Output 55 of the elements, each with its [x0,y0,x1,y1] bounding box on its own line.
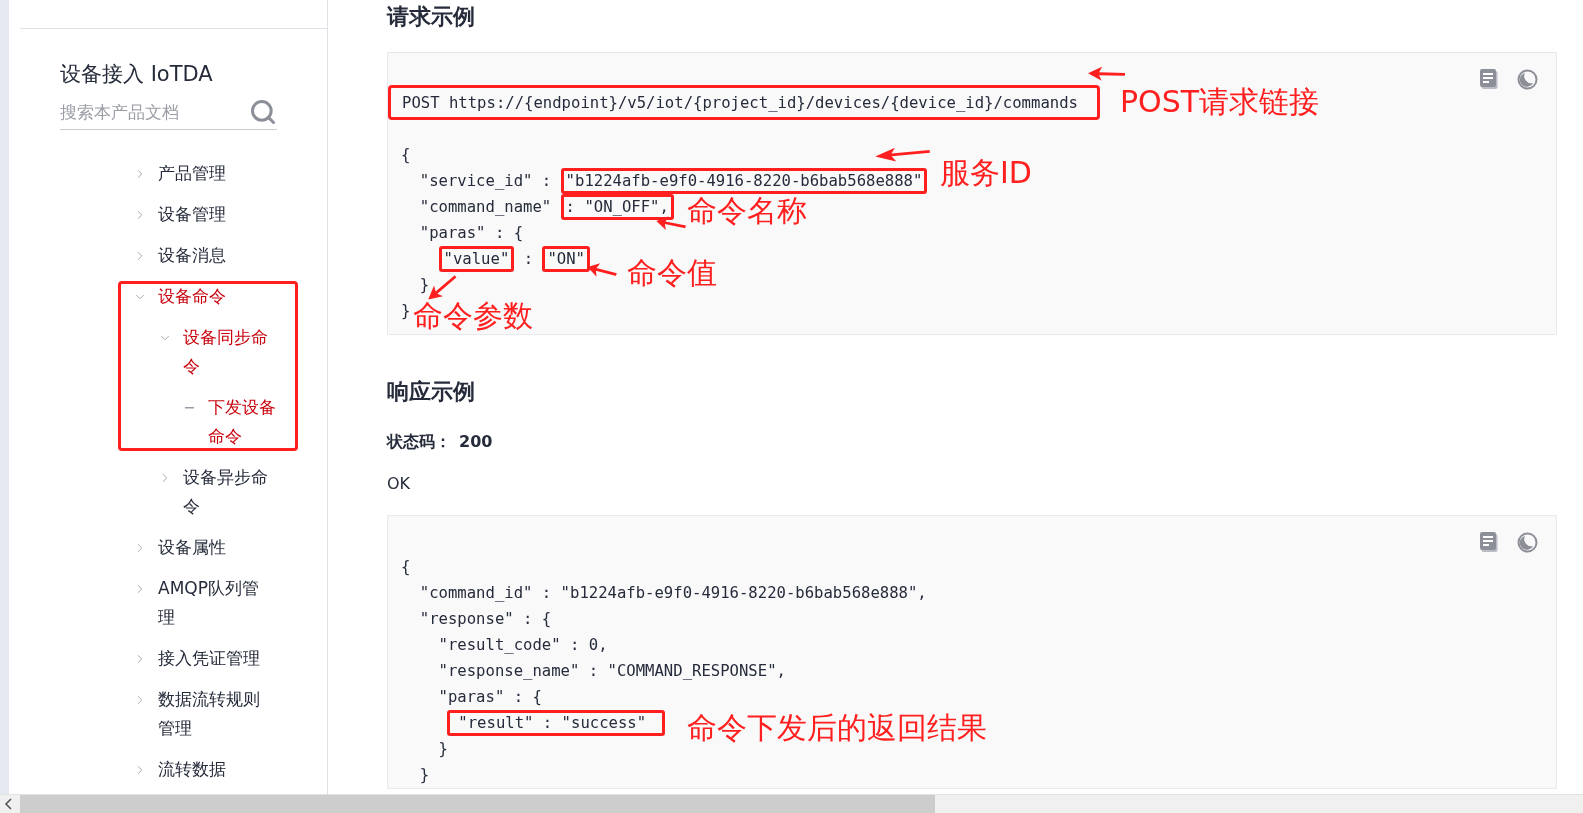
code-text: } [401,302,411,320]
code-text: "command_id" : "b1224afb-e9f0-4916-8220-b6bab568e888", [418,584,927,602]
scrollbar-thumb[interactable] [20,795,935,813]
request-url: POST https://{endpoint}/v5/iot/{project_id}/devices/{device_id}/commands [388,85,1100,120]
highlighted-code: "result" : "success" [447,710,666,736]
annotation-label: 命令名称 [687,193,807,229]
moon-icon[interactable] [1517,532,1538,553]
highlighted-code: "b1224afb-e9f0-4916-8220-b6bab568e888" [560,168,928,194]
annotation-label: 命令值 [627,255,717,291]
nav-item[interactable]: 设备异步命令 [183,463,273,521]
annotation-label: 命令参数 [413,298,533,334]
section-heading: 请求示例 [387,3,475,31]
nav-item[interactable]: 设备同步命令 [183,323,273,381]
nav-item[interactable]: 产品管理 [158,159,270,188]
code-text: } [437,740,448,758]
search-icon[interactable] [249,98,277,126]
nav-item[interactable]: AMQP队列管理 [158,574,270,632]
nav-item[interactable]: 设备管理 [158,200,270,229]
code-text: "paras" : { [437,688,542,706]
section-heading: 响应示例 [387,378,475,406]
code-text: : [522,250,535,268]
code-text: } [418,766,430,784]
code-text: "result_code" : 0, [437,636,608,654]
annotation-label: POST请求链接 [1120,84,1320,120]
nav-item[interactable]: 设备命令 [158,282,270,311]
nav-item[interactable]: 流转数据 [158,755,270,784]
code-text: "response" : { [418,610,552,628]
annotation-arrow [1087,66,1126,82]
code-text: "command_name" [418,198,553,216]
highlighted-code: "ON" [542,246,590,272]
code-text: "paras" : { [418,224,524,242]
nav-item[interactable]: 下发设备命令 [208,393,280,451]
code-text: { [401,558,411,576]
annotation-label: 命令下发后的返回结果 [687,710,987,746]
product-title: 设备接入 IoTDA [60,61,214,88]
status-label: 状态码： [387,431,451,453]
code-text: { [401,146,411,164]
status-text: OK [387,473,411,495]
moon-icon[interactable] [1517,69,1538,90]
document-icon[interactable] [1480,532,1499,553]
code-text: } [418,276,430,294]
status-code: 200 [459,431,493,453]
code-text: "service_id" : [418,172,553,190]
nav-item[interactable]: 接入凭证管理 [158,644,270,673]
highlighted-code: : "ON_OFF", [560,194,674,220]
dash-icon [185,406,194,409]
nav-item[interactable]: 数据流转规则管理 [158,685,270,743]
nav-item[interactable]: 设备属性 [158,533,270,562]
search-input[interactable]: 搜索本产品文档 [60,102,249,122]
code-text: "response_name" : "COMMAND_RESPONSE", [437,662,786,680]
annotation-label: 服务ID [940,155,1032,191]
document-icon[interactable] [1480,69,1499,90]
scroll-left-icon[interactable] [4,798,14,810]
nav-item[interactable]: 设备消息 [158,241,270,270]
highlighted-code: "value" [438,246,515,272]
